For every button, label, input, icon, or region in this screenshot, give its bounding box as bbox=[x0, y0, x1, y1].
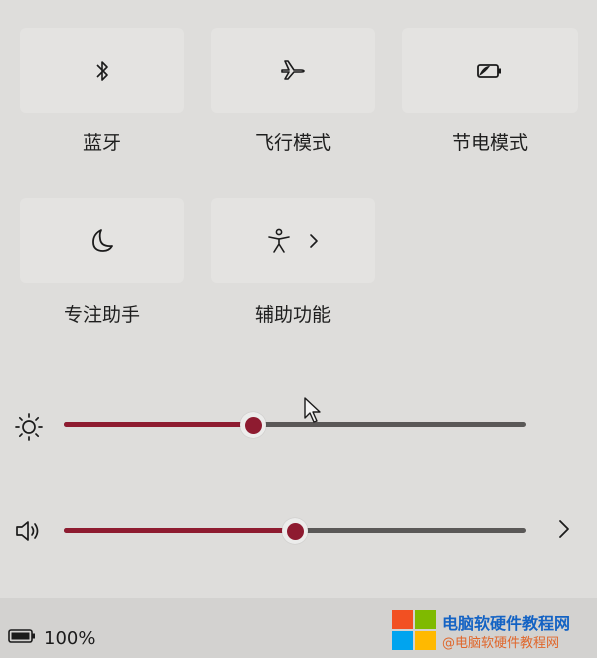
focus-assist-toggle[interactable] bbox=[20, 198, 184, 283]
windows-logo-icon bbox=[392, 610, 436, 650]
airplane-mode-toggle[interactable] bbox=[211, 28, 375, 113]
speaker-icon bbox=[14, 518, 44, 544]
volume-slider[interactable] bbox=[64, 518, 526, 544]
accessibility-toggle[interactable] bbox=[211, 198, 375, 283]
airplane-icon bbox=[279, 58, 307, 84]
focus-assist-label: 专注助手 bbox=[63, 304, 140, 326]
audio-output-chevron-icon[interactable] bbox=[557, 518, 571, 540]
volume-slider-row bbox=[0, 510, 597, 550]
quick-settings-footer: 100% 电脑软硬件教程网 @电脑软硬件教程网 bbox=[0, 598, 597, 658]
bluetooth-label: 蓝牙 bbox=[82, 132, 121, 154]
watermark: 电脑软硬件教程网 @电脑软硬件教程网 bbox=[392, 606, 592, 654]
battery-saver-label: 节电模式 bbox=[451, 132, 528, 154]
volume-slider-thumb[interactable] bbox=[282, 518, 308, 544]
watermark-title: 电脑软硬件教程网 bbox=[442, 614, 571, 633]
brightness-slider-row bbox=[0, 404, 597, 444]
mouse-cursor-icon bbox=[303, 396, 323, 424]
quick-settings-panel: 蓝牙 飞行模式 节电模式 专注助手 辅助功能 100% 电脑软硬件教程网 @电脑… bbox=[0, 0, 597, 658]
accessibility-icon bbox=[266, 227, 292, 255]
accessibility-label: 辅助功能 bbox=[254, 304, 331, 326]
brightness-slider-thumb[interactable] bbox=[240, 412, 267, 438]
sun-icon bbox=[14, 412, 44, 441]
bluetooth-toggle[interactable] bbox=[20, 28, 184, 113]
moon-icon bbox=[89, 227, 115, 255]
airplane-mode-label: 飞行模式 bbox=[254, 132, 331, 154]
brightness-slider[interactable] bbox=[64, 412, 526, 438]
chevron-right-icon bbox=[308, 232, 320, 250]
battery-icon bbox=[8, 628, 36, 649]
brightness-slider-fill bbox=[64, 422, 254, 427]
volume-slider-fill bbox=[64, 528, 295, 533]
bluetooth-icon bbox=[93, 58, 111, 84]
battery-status[interactable]: 100% bbox=[8, 628, 95, 649]
watermark-subtitle: @电脑软硬件教程网 bbox=[442, 636, 560, 651]
battery-saver-toggle[interactable] bbox=[402, 28, 578, 113]
battery-percentage: 100% bbox=[44, 628, 96, 649]
battery-saver-icon bbox=[475, 60, 505, 82]
